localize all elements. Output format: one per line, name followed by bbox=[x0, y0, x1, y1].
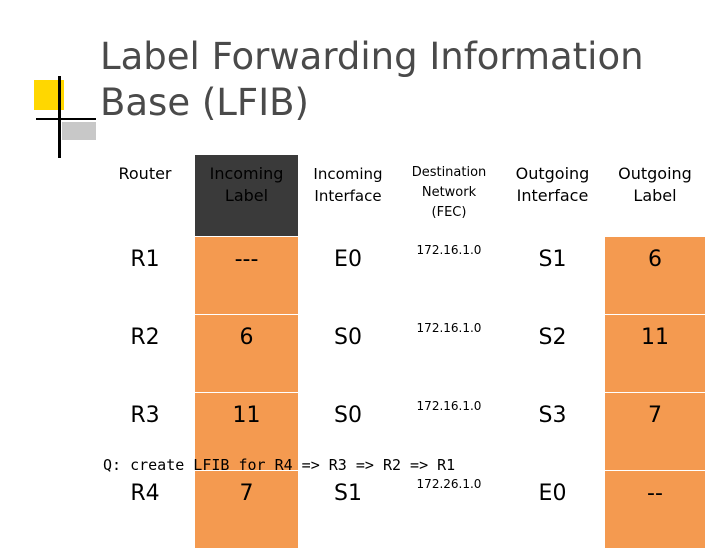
header-outgoing-interface: Outgoing Interface bbox=[500, 155, 605, 237]
table-row: R4 7 S1 172.26.1.0 E0 -- bbox=[95, 470, 705, 549]
cell-outgoing-label: 11 bbox=[605, 314, 705, 393]
cell-router: R4 bbox=[95, 470, 195, 549]
decorative-vertical-line bbox=[58, 76, 61, 158]
cell-router: R2 bbox=[95, 314, 195, 393]
decorative-gray-block bbox=[62, 122, 96, 140]
cell-outgoing-label: 7 bbox=[605, 392, 705, 471]
header-outgoing-label-line2: Label bbox=[633, 186, 677, 205]
table-row: R1 --- E0 172.16.1.0 S1 6 bbox=[95, 236, 705, 315]
cell-outgoing-interface: S2 bbox=[500, 314, 605, 393]
cell-outgoing-label: -- bbox=[605, 470, 705, 549]
header-destination-line1: Destination bbox=[411, 165, 487, 180]
title-line-1: Label Forwarding Information bbox=[100, 35, 644, 78]
title-line-2: Base (LFIB) bbox=[100, 81, 309, 124]
cell-outgoing-interface: E0 bbox=[500, 470, 605, 549]
table-header-row: Router Incoming Label Incoming Interface… bbox=[95, 155, 705, 237]
cell-incoming-interface: S1 bbox=[298, 470, 398, 549]
header-outgoing-label: Outgoing Label bbox=[605, 155, 705, 237]
slide-title: Label Forwarding Information Base (LFIB) bbox=[100, 34, 700, 126]
header-destination: Destination Network (FEC) bbox=[398, 155, 500, 237]
header-incoming-interface-line2: Interface bbox=[314, 187, 382, 205]
header-destination-line2: Network bbox=[421, 185, 477, 200]
header-incoming-label-line2: Label bbox=[224, 186, 269, 205]
header-incoming-label-line1: Incoming bbox=[209, 164, 284, 183]
header-destination-line3: (FEC) bbox=[431, 205, 467, 220]
header-router-text: Router bbox=[118, 164, 172, 183]
cell-incoming-label: --- bbox=[195, 236, 298, 315]
header-outgoing-interface-line2: Interface bbox=[516, 186, 589, 205]
cell-outgoing-interface: S1 bbox=[500, 236, 605, 315]
header-outgoing-label-line1: Outgoing bbox=[618, 164, 692, 183]
table-row: R2 6 S0 172.16.1.0 S2 11 bbox=[95, 314, 705, 393]
cell-destination: 172.16.1.0 bbox=[398, 236, 500, 315]
cell-destination: 172.26.1.0 bbox=[398, 470, 500, 549]
decorative-horizontal-line bbox=[36, 118, 96, 120]
header-outgoing-interface-line1: Outgoing bbox=[515, 164, 590, 183]
lfib-table: Router Incoming Label Incoming Interface… bbox=[95, 155, 705, 549]
cell-router: R1 bbox=[95, 236, 195, 315]
cell-incoming-label: 7 bbox=[195, 470, 298, 549]
cell-destination: 172.16.1.0 bbox=[398, 314, 500, 393]
cell-incoming-interface: E0 bbox=[298, 236, 398, 315]
header-incoming-interface: Incoming Interface bbox=[298, 155, 398, 237]
cell-incoming-label: 6 bbox=[195, 314, 298, 393]
header-incoming-interface-line1: Incoming bbox=[313, 165, 383, 183]
header-incoming-label: Incoming Label bbox=[195, 155, 298, 237]
cell-incoming-interface: S0 bbox=[298, 314, 398, 393]
cell-outgoing-interface: S3 bbox=[500, 392, 605, 471]
question-note: Q: create LFIB for R4 => R3 => R2 => R1 bbox=[103, 456, 456, 474]
header-router: Router bbox=[95, 155, 195, 237]
cell-outgoing-label: 6 bbox=[605, 236, 705, 315]
